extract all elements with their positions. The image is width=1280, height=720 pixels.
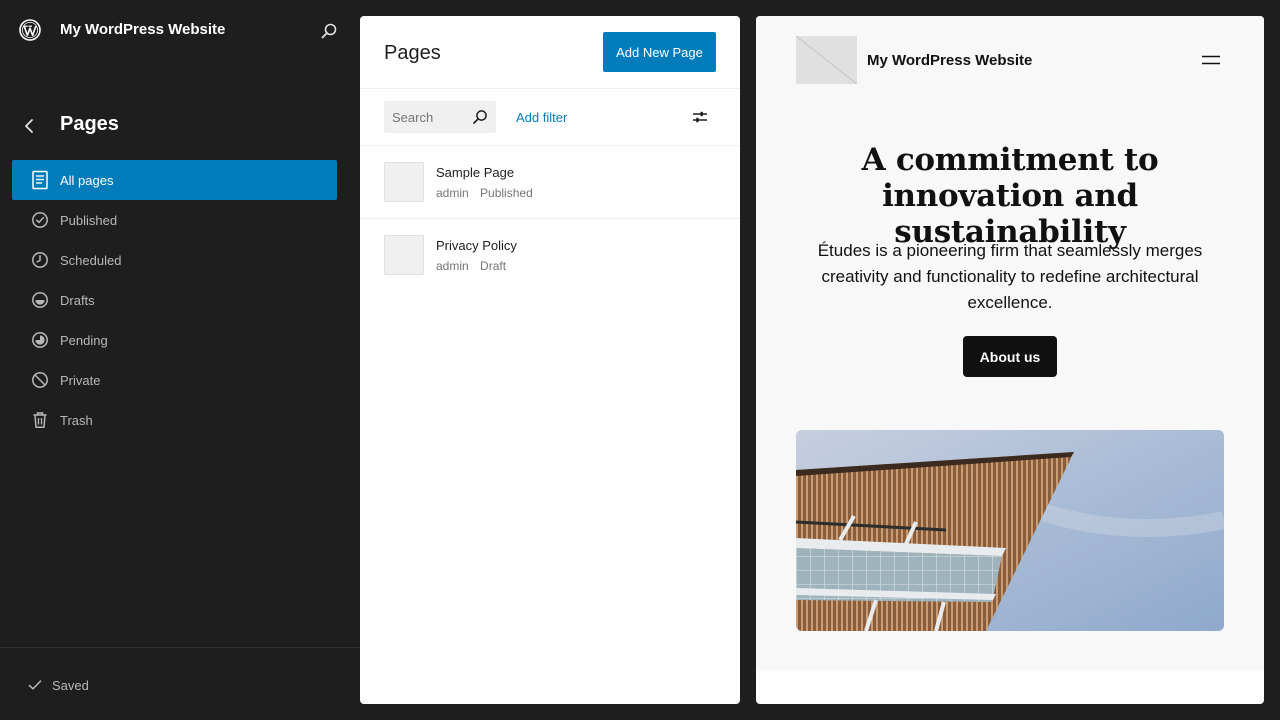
pending-icon	[30, 330, 50, 350]
nav-item-scheduled[interactable]: Scheduled	[12, 240, 337, 280]
saved-label: Saved	[52, 678, 89, 693]
nav-label: Pending	[60, 333, 108, 348]
trash-icon	[30, 410, 50, 430]
building-image	[796, 430, 1224, 631]
nav-item-trash[interactable]: Trash	[12, 400, 337, 440]
nav-item-published[interactable]: Published	[12, 200, 337, 240]
add-new-page-button[interactable]: Add New Page	[603, 32, 716, 72]
hero-description: Études is a pioneering firm that seamles…	[817, 241, 1203, 312]
nav-label: All pages	[60, 173, 114, 188]
page-title[interactable]: Sample Page	[436, 165, 514, 180]
add-filter-button[interactable]: Add filter	[516, 110, 567, 125]
nav-label: Private	[60, 373, 101, 388]
wordpress-logo-icon[interactable]	[19, 19, 41, 41]
back-icon[interactable]	[20, 116, 40, 136]
nav-label: Published	[60, 213, 118, 228]
site-header: My WordPress Website	[0, 0, 360, 62]
page-thumbnail	[384, 162, 424, 202]
page-row-sample-page[interactable]: Sample Page admin Published	[360, 146, 740, 219]
site-editor-sidebar: My WordPress Website Pages All pages Pub…	[0, 0, 360, 720]
page-status: Draft	[480, 259, 507, 273]
hero-heading: A commitment to innovation and sustainab…	[861, 142, 1159, 250]
sidebar-title: Pages	[60, 113, 119, 135]
page-status: Published	[480, 186, 533, 200]
about-us-button[interactable]: About us	[963, 336, 1057, 377]
panel-header: Pages Add New Page	[360, 16, 740, 89]
preview-canvas: My WordPress Website A commitment to inn…	[756, 16, 1264, 671]
page-thumbnail	[384, 235, 424, 275]
drafts-icon	[30, 290, 50, 310]
page-meta: admin Draft	[436, 259, 506, 273]
site-title[interactable]: My WordPress Website	[60, 21, 225, 38]
nav-item-all-pages[interactable]: All pages	[12, 160, 337, 200]
nav-label: Scheduled	[60, 253, 122, 268]
site-logo-placeholder	[795, 35, 858, 85]
page-list: Sample Page admin Published Privacy Poli…	[360, 146, 740, 292]
nav-item-drafts[interactable]: Drafts	[12, 280, 337, 320]
search-icon[interactable]	[318, 20, 340, 42]
nav-label: Drafts	[60, 293, 95, 308]
menu-icon[interactable]	[1200, 50, 1222, 70]
published-icon	[30, 210, 50, 230]
list-toolbar: Add filter	[360, 89, 740, 146]
panel-title: Pages	[384, 42, 441, 64]
page-author: admin	[436, 186, 469, 200]
page-meta: admin Published	[436, 186, 533, 200]
view-options-icon[interactable]	[690, 107, 710, 127]
scheduled-icon	[30, 250, 50, 270]
save-status: Saved	[0, 647, 360, 720]
pages-panel: Pages Add New Page Add filter	[360, 16, 740, 704]
page-title[interactable]: Privacy Policy	[436, 238, 517, 253]
check-icon	[26, 676, 44, 694]
nav-item-pending[interactable]: Pending	[12, 320, 337, 360]
page-row-privacy-policy[interactable]: Privacy Policy admin Draft	[360, 219, 740, 292]
search-box	[384, 101, 496, 133]
pages-icon	[30, 170, 50, 190]
search-icon[interactable]	[470, 107, 490, 127]
page-author: admin	[436, 259, 469, 273]
search-input[interactable]	[384, 101, 468, 133]
site-preview[interactable]: My WordPress Website A commitment to inn…	[756, 16, 1264, 704]
private-icon	[30, 370, 50, 390]
nav-label: Trash	[60, 413, 93, 428]
nav-item-private[interactable]: Private	[12, 360, 337, 400]
sidebar-section-header: Pages	[0, 108, 360, 144]
pages-nav: All pages Published Scheduled Drafts Pen…	[12, 160, 337, 440]
preview-site-title: My WordPress Website	[867, 52, 1033, 69]
